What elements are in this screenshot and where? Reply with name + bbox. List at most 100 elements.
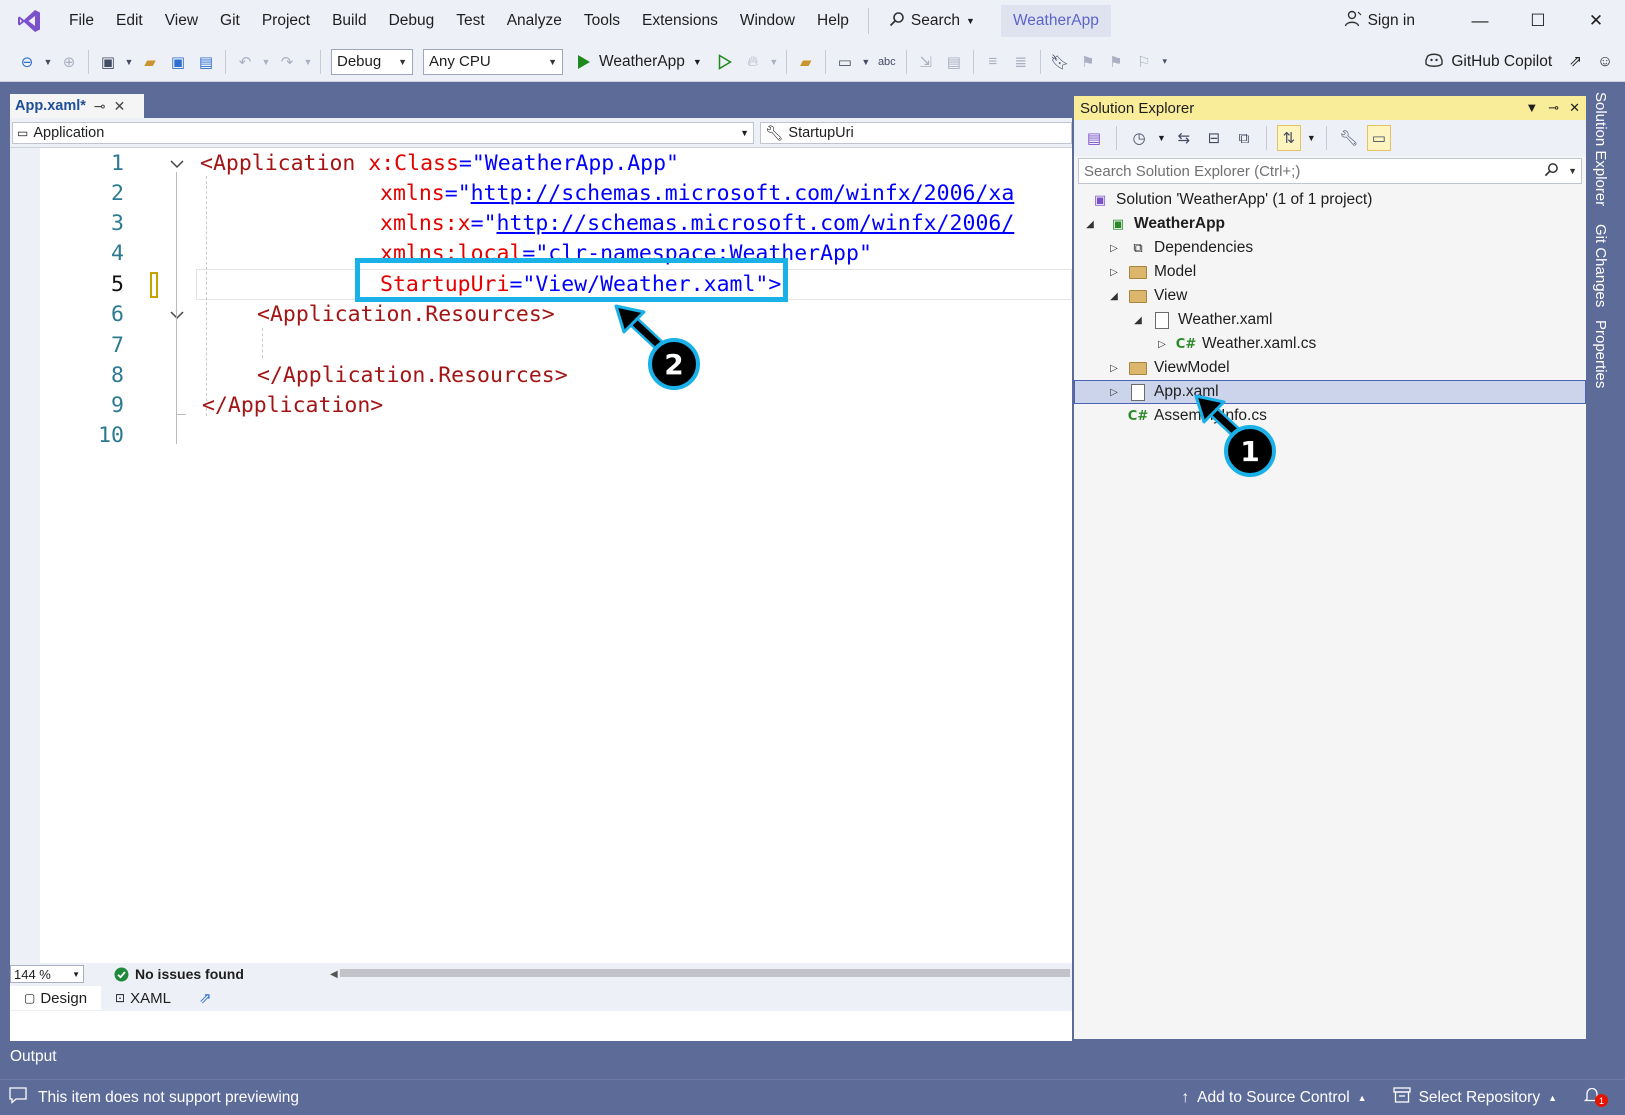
- show-all-files-icon[interactable]: ⧉: [1232, 125, 1256, 151]
- search-icon[interactable]: [1544, 162, 1559, 181]
- menu-test[interactable]: Test: [445, 5, 495, 37]
- collapsed-arrow-icon[interactable]: ▷: [1108, 363, 1120, 374]
- sync-with-active-document-icon[interactable]: ⇆: [1172, 125, 1196, 151]
- new-project-icon[interactable]: ▣: [95, 48, 121, 76]
- solution-name-badge[interactable]: WeatherApp: [1000, 5, 1111, 37]
- navigate-forward-icon[interactable]: ⊕: [56, 48, 82, 76]
- visual-studio-logo-icon[interactable]: [14, 6, 44, 36]
- tree-item-project[interactable]: ◢ ▣ WeatherApp: [1074, 212, 1586, 236]
- menu-debug[interactable]: Debug: [378, 5, 446, 37]
- menu-edit[interactable]: Edit: [105, 5, 154, 37]
- sign-in-button[interactable]: Sign in: [1344, 10, 1415, 33]
- tab-design[interactable]: ▢ Design: [10, 986, 102, 1010]
- github-copilot-button[interactable]: GitHub Copilot ⇗ ☺: [1424, 50, 1613, 73]
- pin-icon[interactable]: ⊸: [1548, 100, 1559, 116]
- maximize-button[interactable]: ☐: [1509, 0, 1567, 42]
- format-icon[interactable]: ▤: [941, 48, 967, 76]
- undo-icon[interactable]: ↶: [232, 48, 258, 76]
- menu-git[interactable]: Git: [209, 5, 251, 37]
- menu-tools[interactable]: Tools: [573, 5, 631, 37]
- chevron-down-icon[interactable]: ▼: [1307, 133, 1316, 143]
- menu-view[interactable]: View: [154, 5, 209, 37]
- dropdown-arrow-icon[interactable]: ▼: [768, 48, 780, 76]
- add-to-source-control-button[interactable]: ↑ Add to Source Control ▲: [1181, 1089, 1366, 1107]
- collapse-region-icon[interactable]: [168, 299, 186, 330]
- platform-select[interactable]: Any CPU ▼: [423, 48, 563, 75]
- search-options-icon[interactable]: ▼: [1568, 166, 1577, 176]
- horizontal-scrollbar[interactable]: [340, 969, 1070, 977]
- tree-item-assemblyinfo[interactable]: C# AssemblyInfo.cs: [1074, 404, 1586, 428]
- schema-link[interactable]: http://schemas.microsoft.com/winfx/2006/…: [471, 181, 1015, 206]
- bookmark-icon[interactable]: 🔖︎: [1047, 48, 1073, 76]
- notifications-button[interactable]: 1: [1583, 1086, 1608, 1109]
- collapse-region-icon[interactable]: [168, 148, 186, 179]
- properties-wrench-icon[interactable]: 🔧︎: [1337, 125, 1361, 151]
- track-active-item-icon[interactable]: ⇅: [1276, 125, 1301, 151]
- dropdown-arrow-icon[interactable]: ▼: [123, 48, 135, 76]
- clear-bookmarks-icon[interactable]: ⚐: [1131, 48, 1157, 76]
- preview-selected-items-icon[interactable]: ▭: [1366, 125, 1391, 151]
- search-button[interactable]: Search ▼: [877, 5, 987, 37]
- close-window-button[interactable]: ✕: [1567, 0, 1625, 42]
- pin-icon[interactable]: ⊸: [94, 98, 106, 115]
- expanded-arrow-icon[interactable]: ◢: [1132, 315, 1144, 326]
- issues-indicator[interactable]: No issues found: [114, 966, 244, 982]
- open-folder-icon[interactable]: ▰: [137, 48, 163, 76]
- redo-icon[interactable]: ↷: [274, 48, 300, 76]
- share-icon[interactable]: ⇗: [1569, 52, 1582, 71]
- select-repository-button[interactable]: Select Repository ▲: [1392, 1087, 1557, 1108]
- menu-analyze[interactable]: Analyze: [496, 5, 573, 37]
- dropdown-arrow-icon[interactable]: ▼: [860, 48, 872, 76]
- tree-item-model[interactable]: ▷ Model: [1074, 260, 1586, 284]
- solution-folder-icon[interactable]: ▰: [793, 48, 819, 76]
- collapsed-arrow-icon[interactable]: ▷: [1156, 339, 1168, 350]
- previous-bookmark-icon[interactable]: ⚑: [1075, 48, 1101, 76]
- feedback-icon[interactable]: ☺: [1597, 53, 1613, 71]
- output-panel-tab[interactable]: Output: [10, 1048, 57, 1066]
- tree-item-view[interactable]: ◢ View: [1074, 284, 1586, 308]
- side-tab-git-changes[interactable]: Git Changes: [1592, 224, 1609, 307]
- start-debugging-button[interactable]: WeatherApp ▼: [569, 53, 710, 71]
- spell-check-icon[interactable]: abc: [874, 48, 900, 76]
- tab-xaml[interactable]: ⊡ XAML: [101, 986, 185, 1010]
- expanded-arrow-icon[interactable]: ◢: [1108, 291, 1120, 302]
- dropdown-arrow-icon[interactable]: ▼: [260, 48, 272, 76]
- side-tab-solution-explorer[interactable]: Solution Explorer: [1592, 92, 1609, 206]
- navigate-back-icon[interactable]: ⊖: [14, 48, 40, 76]
- collapse-all-icon[interactable]: ⊟: [1202, 125, 1226, 151]
- tree-item-viewmodel[interactable]: ▷ ViewModel: [1074, 356, 1586, 380]
- chevron-down-icon[interactable]: ▼: [1157, 133, 1166, 143]
- tree-item-dependencies[interactable]: ▷ ⧉ Dependencies: [1074, 236, 1586, 260]
- menu-window[interactable]: Window: [729, 5, 806, 37]
- close-icon[interactable]: ✕: [1569, 100, 1580, 116]
- dropdown-arrow-icon[interactable]: ▼: [302, 48, 314, 76]
- popout-icon[interactable]: ⇗: [199, 989, 212, 1007]
- uncomment-icon[interactable]: ≣: [1008, 48, 1034, 76]
- dropdown-arrow-icon[interactable]: ▼: [42, 48, 54, 76]
- save-icon[interactable]: ▣: [165, 48, 191, 76]
- start-without-debugging-icon[interactable]: [712, 48, 738, 76]
- save-all-icon[interactable]: ▤: [193, 48, 219, 76]
- collapsed-arrow-icon[interactable]: ▷: [1108, 387, 1120, 398]
- next-bookmark-icon[interactable]: ⚑: [1103, 48, 1129, 76]
- scroll-left-icon[interactable]: ◀: [330, 969, 338, 980]
- collapsed-arrow-icon[interactable]: ▷: [1108, 243, 1120, 254]
- side-tab-properties[interactable]: Properties: [1592, 320, 1609, 388]
- solution-explorer-search[interactable]: Search Solution Explorer (Ctrl+;) ▼: [1078, 158, 1582, 184]
- menu-help[interactable]: Help: [806, 5, 860, 37]
- menu-extensions[interactable]: Extensions: [631, 5, 729, 37]
- minimize-button[interactable]: —: [1451, 0, 1509, 42]
- window-options-icon[interactable]: ▼: [1525, 100, 1538, 116]
- type-navigation-select[interactable]: ▭ Application ▼: [12, 122, 754, 144]
- close-tab-icon[interactable]: ✕: [114, 98, 126, 115]
- tree-item-weather-xaml-cs[interactable]: ▷ C# Weather.xaml.cs: [1074, 332, 1586, 356]
- menu-file[interactable]: File: [58, 5, 105, 37]
- tree-item-solution[interactable]: ▣ Solution 'WeatherApp' (1 of 1 project): [1074, 188, 1586, 212]
- collapsed-arrow-icon[interactable]: ▷: [1108, 267, 1120, 278]
- schema-link[interactable]: http://schemas.microsoft.com/winfx/2006/: [497, 211, 1015, 236]
- pending-changes-filter-icon[interactable]: ◷: [1127, 125, 1151, 151]
- zoom-level-select[interactable]: 144 % ▼: [10, 965, 84, 983]
- menu-build[interactable]: Build: [321, 5, 377, 37]
- toolbar-overflow-icon[interactable]: ▾: [1159, 48, 1171, 76]
- configuration-select[interactable]: Debug ▼: [331, 48, 413, 75]
